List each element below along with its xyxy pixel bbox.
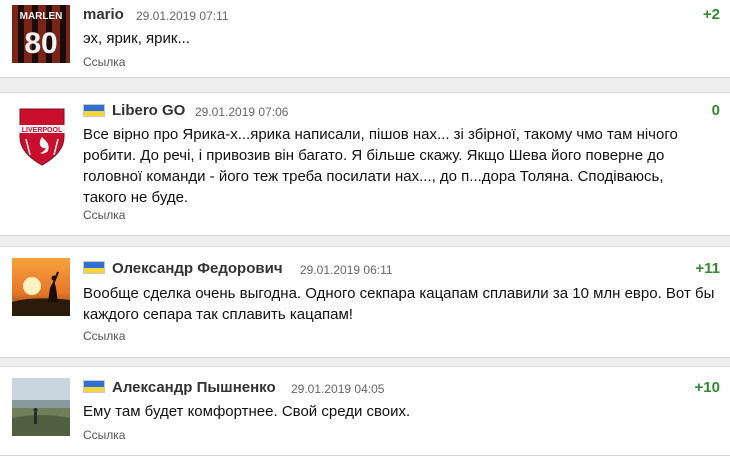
avatar[interactable]: MARLEN 80: [12, 5, 70, 63]
comment-score: +2: [702, 6, 720, 23]
comment-author[interactable]: Александр Пышненко: [112, 379, 276, 396]
comment-author[interactable]: mario: [83, 6, 124, 23]
jersey-name: MARLEN: [20, 11, 63, 22]
avatar[interactable]: LIVERPOOL: [14, 103, 70, 167]
comment-date: 29.01.2019 07:11: [136, 9, 229, 23]
comment-date: 29.01.2019 07:06: [195, 105, 289, 119]
comment-date: 29.01.2019 04:05: [291, 382, 385, 396]
ukraine-flag-icon: [83, 261, 105, 274]
sunset-avatar-image: [12, 258, 70, 316]
comment-permalink[interactable]: Ссылка: [83, 329, 125, 343]
comment-date: 29.01.2019 06:11: [300, 263, 393, 277]
comment-permalink[interactable]: Ссылка: [83, 208, 125, 222]
comment-item: Олександр Федорович 29.01.2019 06:11 +11…: [0, 246, 730, 358]
comment-text: Все вірно про Ярика-х...ярика написали, …: [83, 126, 678, 206]
comment-score: +11: [695, 260, 720, 277]
comment-permalink[interactable]: Ссылка: [83, 55, 125, 69]
liverpool-crest-icon: LIVERPOOL: [14, 103, 70, 167]
avatar[interactable]: [12, 258, 70, 316]
ukraine-flag-icon: [83, 380, 105, 393]
comment-text: Вообще сделка очень выгодна. Одного секп…: [83, 285, 715, 323]
comment-score: 0: [711, 102, 720, 119]
crest-text: LIVERPOOL: [22, 127, 63, 134]
comment-text: Ему там будет комфортнее. Свой среди сво…: [83, 403, 411, 420]
jersey-number: 80: [24, 27, 57, 60]
ukraine-flag-icon: [83, 104, 105, 117]
comment-item: MARLEN 80 mario 29.01.2019 07:11 +2 эх, …: [0, 0, 730, 78]
comment-author[interactable]: Libero GO: [112, 102, 185, 119]
comment-author[interactable]: Олександр Федорович: [112, 260, 283, 277]
comment-item: Александр Пышненко 29.01.2019 04:05 +10 …: [0, 366, 730, 456]
jersey-avatar-image: MARLEN 80: [12, 5, 70, 63]
comment-text: эх, ярик, ярик...: [83, 30, 190, 47]
comment-score: +10: [694, 379, 720, 396]
comment-item: LIVERPOOL Libero GO 29.01.2019 07:06 0 В…: [0, 92, 730, 236]
comment-permalink[interactable]: Ссылка: [83, 428, 125, 442]
avatar[interactable]: [12, 378, 70, 436]
landscape-avatar-image: [12, 378, 70, 436]
